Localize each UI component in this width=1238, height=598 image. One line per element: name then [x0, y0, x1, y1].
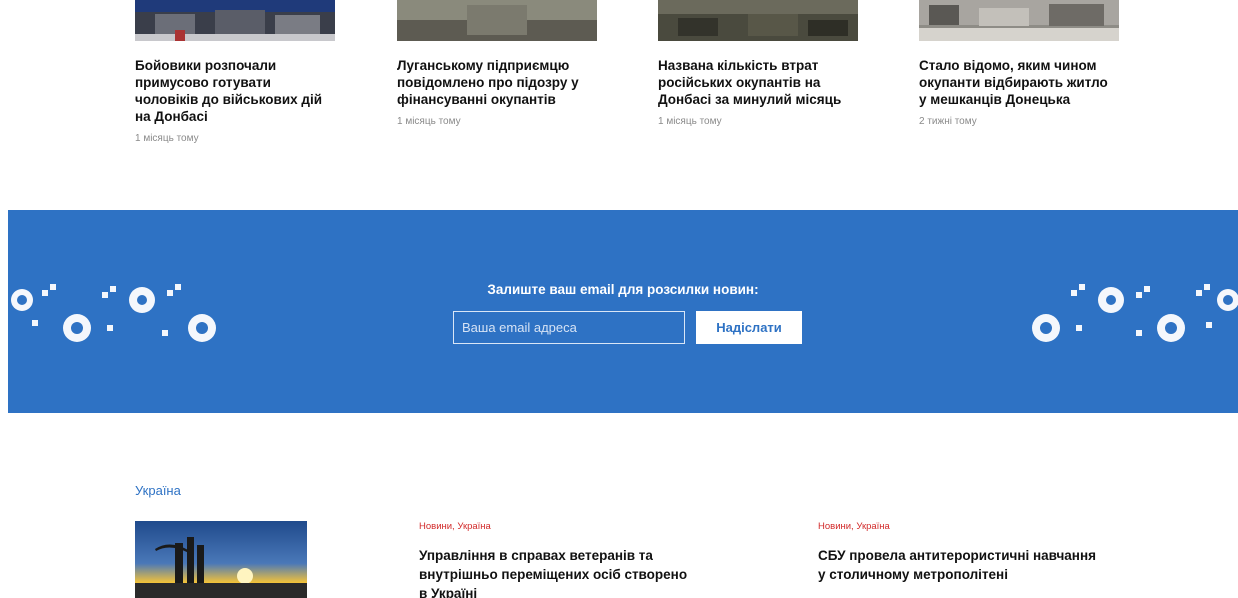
- news-card[interactable]: Названа кількість втрат російських окупа…: [658, 0, 858, 127]
- feature-image[interactable]: [135, 521, 307, 598]
- news-title[interactable]: Бойовики розпочали примусово готувати чо…: [135, 57, 335, 125]
- news-thumbnail[interactable]: [919, 0, 1119, 41]
- news-time: 1 місяць тому: [397, 116, 461, 127]
- news-thumbnail[interactable]: [658, 0, 858, 41]
- article-item[interactable]: Новини, Україна Управління в справах вет…: [419, 521, 699, 598]
- article-item[interactable]: Новини, Україна СБУ провела антитерорист…: [818, 521, 1098, 584]
- news-time: 1 місяць тому: [135, 133, 199, 144]
- email-input[interactable]: [453, 311, 685, 344]
- subscribe-button[interactable]: Надіслати: [696, 311, 802, 344]
- news-title[interactable]: Луганському підприємцю повідомлено про п…: [397, 57, 597, 108]
- embroidery-ornament-right: [1032, 284, 1238, 342]
- news-card[interactable]: Бойовики розпочали примусово готувати чо…: [135, 0, 335, 144]
- article-category[interactable]: Новини, Україна: [818, 521, 1098, 532]
- article-title[interactable]: СБУ провела антитерористичні навчання у …: [818, 546, 1098, 584]
- section-title-ukraine[interactable]: Україна: [135, 483, 181, 498]
- news-card[interactable]: Луганському підприємцю повідомлено про п…: [397, 0, 597, 127]
- news-thumbnail[interactable]: [135, 0, 335, 41]
- news-time: 2 тижні тому: [919, 116, 977, 127]
- news-title[interactable]: Названа кількість втрат російських окупа…: [658, 57, 858, 108]
- news-card[interactable]: Стало відомо, яким чином окупанти відбир…: [919, 0, 1119, 127]
- news-thumbnail[interactable]: [397, 0, 597, 41]
- news-time: 1 місяць тому: [658, 116, 722, 127]
- article-title[interactable]: Управління в справах ветеранів та внутрі…: [419, 546, 699, 598]
- article-category[interactable]: Новини, Україна: [419, 521, 699, 532]
- top-news-row: Бойовики розпочали примусово готувати чо…: [0, 0, 1238, 210]
- newsletter-section: Залиште ваш email для розсилки новин: На…: [8, 210, 1238, 413]
- news-title[interactable]: Стало відомо, яким чином окупанти відбир…: [919, 57, 1119, 108]
